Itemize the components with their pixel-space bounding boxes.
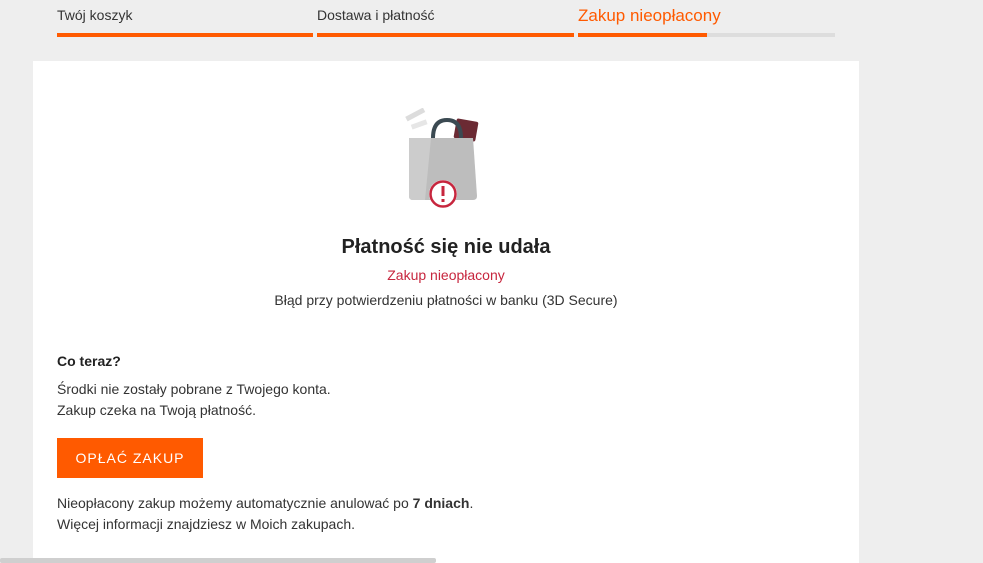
step-unpaid: Zakup nieopłacony bbox=[578, 0, 835, 40]
cancellation-days: 7 dniach bbox=[412, 495, 470, 511]
cancellation-prefix: Nieopłacony zakup możemy automatycznie a… bbox=[57, 495, 413, 511]
step-delivery-label: Dostawa i płatność bbox=[317, 7, 435, 23]
step-unpaid-track bbox=[578, 33, 835, 37]
step-unpaid-label: Zakup nieopłacony bbox=[578, 6, 721, 25]
shopping-bag-error-icon bbox=[403, 107, 483, 212]
awaiting-payment-info: Zakup czeka na Twoją płatność. bbox=[57, 402, 256, 418]
checkout-steps: Twój koszyk Dostawa i płatność Zakup nie… bbox=[57, 0, 835, 40]
what-now-heading: Co teraz? bbox=[57, 353, 121, 369]
page-title: Płatność się nie udała bbox=[341, 236, 551, 258]
error-message: Błąd przy potwierdzeniu płatności w bank… bbox=[274, 292, 618, 308]
step-cart-label: Twój koszyk bbox=[57, 7, 133, 23]
cancellation-suffix: . bbox=[469, 495, 474, 511]
step-unpaid-progress bbox=[578, 33, 707, 37]
step-cart-track bbox=[57, 33, 313, 37]
payment-result-card: Płatność się nie udała Zakup nieopłacony… bbox=[33, 61, 859, 563]
step-cart[interactable]: Twój koszyk bbox=[57, 0, 313, 40]
more-info-text: Więcej informacji znajdziesz w Moich zak… bbox=[57, 516, 355, 532]
step-delivery-track bbox=[317, 33, 574, 37]
cancellation-info: Nieopłacony zakup możemy automatycznie a… bbox=[57, 495, 473, 511]
payment-status: Zakup nieopłacony bbox=[387, 267, 505, 283]
horizontal-scrollbar[interactable] bbox=[0, 558, 436, 563]
funds-info: Środki nie zostały pobrane z Twojego kon… bbox=[57, 381, 331, 397]
step-cart-progress bbox=[57, 33, 313, 37]
step-delivery-progress bbox=[317, 33, 574, 37]
step-delivery[interactable]: Dostawa i płatność bbox=[317, 0, 574, 40]
pay-button[interactable]: OPŁAĆ ZAKUP bbox=[57, 438, 203, 478]
